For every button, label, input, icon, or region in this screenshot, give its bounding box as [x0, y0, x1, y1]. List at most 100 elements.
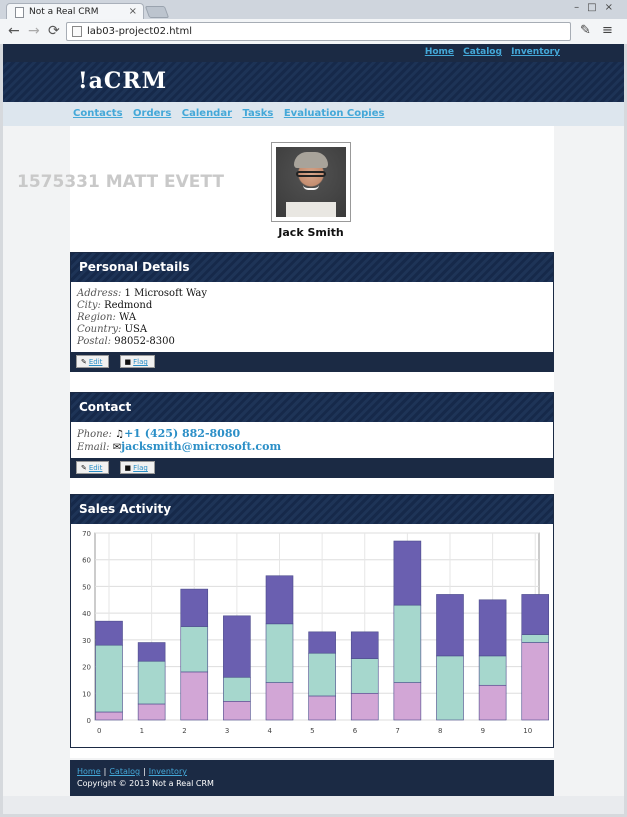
contact-name: Jack Smith: [278, 226, 344, 239]
bar-segment: [436, 594, 464, 657]
flag-button[interactable]: ■ Flag: [119, 461, 155, 474]
bookmark-icon: ■: [124, 358, 132, 366]
email-link[interactable]: jacksmith@microsoft.com: [121, 440, 281, 453]
y-tick-label: 0: [87, 717, 91, 725]
top-link-inventory[interactable]: Inventory: [511, 47, 560, 57]
panel-title: Contact: [71, 393, 553, 422]
bar-segment: [521, 642, 550, 721]
bar-segment: [223, 615, 251, 678]
detail-row: City: Redmond: [77, 300, 153, 311]
footer-link-inventory[interactable]: Inventory: [149, 767, 187, 776]
main-nav: Contacts Orders Calendar Tasks Evaluatio…: [3, 102, 624, 126]
footer-link-catalog[interactable]: Catalog: [109, 767, 140, 776]
bar-segment: [350, 631, 379, 659]
menu-icon[interactable]: ≡: [602, 23, 613, 38]
page-icon: [15, 7, 24, 18]
page-footer: Home | Catalog | Inventory Copyright © 2013 …: [70, 760, 554, 796]
nav-contacts[interactable]: Contacts: [73, 108, 123, 119]
bar-segment: [308, 695, 336, 721]
panel-footer: ✎ Edit ■ Flag: [71, 458, 553, 477]
x-tick-label: 9: [481, 727, 485, 735]
bar-segment: [95, 620, 123, 646]
window-controls[interactable]: –□×: [574, 2, 621, 13]
x-tick-label: 1: [140, 727, 144, 735]
tab-title: Not a Real CRM: [29, 7, 99, 17]
bar-segment: [436, 655, 464, 721]
bar-segment: [180, 588, 209, 627]
flag-button[interactable]: ■ Flag: [119, 355, 155, 368]
site-logo[interactable]: !aCRM: [78, 68, 167, 94]
detail-row: Country: USA: [77, 324, 148, 335]
top-link-catalog[interactable]: Catalog: [463, 47, 502, 57]
browser-tab[interactable]: Not a Real CRM ×: [6, 3, 144, 20]
contact-photo: [271, 142, 351, 222]
y-tick-label: 40: [82, 610, 91, 618]
bar-segment: [95, 711, 123, 721]
detail-row: Region: WA: [77, 312, 137, 323]
x-tick-label: 6: [353, 727, 358, 735]
watermark: 1575331 MATT EVETT: [17, 172, 224, 192]
page-bottom: [3, 796, 624, 814]
web-page: Home Catalog Inventory !aCRM Contacts Or…: [3, 44, 624, 814]
bar-segment: [478, 599, 507, 657]
y-tick-label: 50: [82, 583, 91, 591]
chart-container: 0 10 20 30 40 50 60 70 0 1 2 3 4 5 6 7 8 9 10: [71, 524, 553, 747]
wrench-icon[interactable]: ✎: [580, 23, 591, 38]
bar-segment: [223, 676, 251, 702]
phone-link[interactable]: +1 (425) 882-8080: [124, 427, 240, 440]
bar-segment: [137, 660, 166, 705]
avatar: [276, 147, 346, 217]
pencil-icon: ✎: [81, 464, 87, 472]
sales-activity-panel: Sales Activity 0 10 20 30 40 50 60 70 0 1 2 3 4 5 6 7 8 9…: [70, 494, 554, 748]
bar-segment: [137, 642, 166, 662]
x-tick-label: 4: [267, 727, 272, 735]
nav-evaluation-copies[interactable]: Evaluation Copies: [284, 108, 385, 119]
detail-row: Postal: 98052-8300: [77, 336, 175, 347]
new-tab-button[interactable]: [144, 6, 170, 18]
bar-segment: [308, 631, 336, 654]
bar-segment: [478, 655, 507, 686]
bell-icon: ♫: [115, 429, 125, 440]
contact-body: Phone: ♫+1 (425) 882-8080 Email: ✉jacksm…: [71, 422, 553, 458]
browser-toolbar: ← → ⟳ lab03-project02.html ✎ ≡: [0, 19, 627, 44]
y-tick-label: 20: [82, 664, 91, 672]
reload-icon[interactable]: ⟳: [48, 23, 60, 39]
x-tick-label: 2: [182, 727, 186, 735]
top-bar: Home Catalog Inventory: [3, 44, 624, 62]
x-tick-label: 0: [97, 727, 101, 735]
bookmark-icon: ■: [124, 464, 132, 472]
nav-orders[interactable]: Orders: [133, 108, 171, 119]
x-tick-label: 3: [225, 727, 229, 735]
tab-strip: Not a Real CRM × –□×: [0, 0, 627, 20]
y-tick-label: 30: [82, 637, 91, 645]
copyright: Copyright © 2013 Not a Real CRM: [77, 779, 214, 788]
bar-segment: [137, 703, 166, 721]
edit-button[interactable]: ✎ Edit: [76, 461, 110, 474]
address-bar[interactable]: lab03-project02.html: [66, 22, 571, 41]
page-info-icon: [72, 26, 82, 37]
x-tick-label: 5: [310, 727, 314, 735]
bar-segment: [265, 623, 294, 683]
personal-details-body: Address: 1 Microsoft Way City: Redmond R…: [71, 282, 553, 352]
panel-title: Sales Activity: [71, 495, 553, 524]
bar-segment: [223, 701, 251, 721]
pencil-icon: ✎: [81, 358, 87, 366]
bar-segment: [350, 658, 379, 694]
x-tick-label: 8: [438, 727, 442, 735]
back-icon[interactable]: ←: [8, 23, 20, 39]
top-link-home[interactable]: Home: [425, 47, 454, 57]
nav-tasks[interactable]: Tasks: [243, 108, 274, 119]
close-tab-icon[interactable]: ×: [129, 6, 137, 17]
forward-icon[interactable]: →: [28, 23, 40, 39]
bar-segment: [393, 682, 422, 721]
x-tick-label: 7: [395, 727, 399, 735]
bar-segment: [521, 634, 550, 643]
email-row: Email: ✉jacksmith@microsoft.com: [77, 440, 282, 454]
bar-segment: [95, 644, 123, 713]
nav-calendar[interactable]: Calendar: [182, 108, 232, 119]
edit-button[interactable]: ✎ Edit: [76, 355, 110, 368]
bar-segment: [350, 692, 379, 721]
detail-row: Address: 1 Microsoft Way: [77, 288, 207, 299]
browser-chrome: Not a Real CRM × –□× ← → ⟳ lab03-project…: [0, 0, 627, 44]
footer-link-home[interactable]: Home: [77, 767, 101, 776]
